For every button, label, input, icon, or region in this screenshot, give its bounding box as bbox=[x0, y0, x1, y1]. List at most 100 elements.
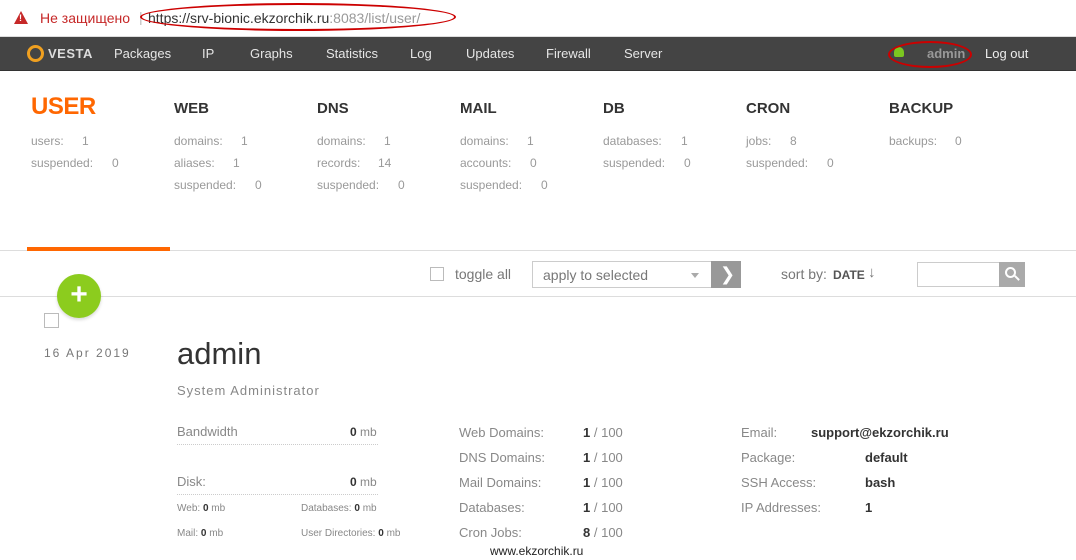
nav-graphs[interactable]: Graphs bbox=[250, 46, 293, 61]
web-domains-limit: / 100 bbox=[593, 425, 623, 440]
web-domains-label: Web Domains: bbox=[459, 425, 545, 440]
disk-bar bbox=[177, 494, 378, 495]
dns-domains-used: 1 bbox=[583, 450, 591, 465]
stat-label: databases: bbox=[603, 134, 662, 148]
bandwidth-value: 0 mb bbox=[350, 425, 377, 439]
stat-dns-title[interactable]: DNS bbox=[317, 100, 349, 117]
nav-server[interactable]: Server bbox=[624, 46, 662, 61]
apply-go-button[interactable]: ❯ bbox=[711, 261, 741, 288]
disk-web-label: Web: bbox=[177, 503, 201, 514]
sort-value[interactable]: DATE bbox=[833, 268, 865, 282]
mail-domains-value: 1 / 100 bbox=[583, 475, 623, 490]
stat-user-users: users: 1 bbox=[31, 134, 89, 148]
stat-cron-suspended: suspended: 0 bbox=[746, 156, 834, 170]
stat-web-suspended: suspended: 0 bbox=[174, 178, 262, 192]
disk-databases-value: 0 bbox=[354, 503, 360, 514]
disk-mail-label: Mail: bbox=[177, 528, 199, 539]
logo-ring-icon bbox=[27, 45, 44, 62]
bandwidth-number: 0 bbox=[350, 425, 357, 439]
plus-icon: + bbox=[70, 278, 88, 311]
toggle-all-checkbox[interactable] bbox=[430, 267, 444, 281]
email-value: support@ekzorchik.ru bbox=[811, 425, 949, 440]
stat-web-domains: domains: 1 bbox=[174, 134, 248, 148]
url-annotation-oval bbox=[140, 3, 456, 31]
toolbar-divider bbox=[0, 296, 1076, 297]
add-user-button[interactable]: + bbox=[57, 274, 101, 318]
nav-ip[interactable]: IP bbox=[202, 46, 214, 61]
stat-dns-suspended: suspended: 0 bbox=[317, 178, 405, 192]
disk-mail-value: 0 bbox=[200, 528, 207, 539]
stat-db-databases: databases: 1 bbox=[603, 134, 688, 148]
stat-mail-title[interactable]: MAIL bbox=[460, 100, 497, 117]
row-date: 16 Apr 2019 bbox=[44, 346, 131, 360]
stat-value: 0 bbox=[530, 156, 537, 170]
sort-arrow-icon[interactable]: ↓ bbox=[868, 264, 876, 281]
stat-value: 0 bbox=[541, 178, 548, 192]
disk-mail: Mail: 0 mb bbox=[177, 528, 223, 539]
stat-cron-title[interactable]: CRON bbox=[746, 100, 790, 117]
stat-web-title[interactable]: WEB bbox=[174, 100, 209, 117]
email-label: Email: bbox=[741, 425, 778, 440]
search-input[interactable] bbox=[917, 262, 1000, 287]
search-button[interactable] bbox=[999, 262, 1025, 287]
stat-label: backups: bbox=[889, 134, 938, 148]
databases-limit: / 100 bbox=[593, 500, 623, 515]
search-icon-handle bbox=[1014, 275, 1020, 281]
web-domains-used: 1 bbox=[583, 425, 591, 440]
stat-label: suspended: bbox=[460, 178, 523, 192]
stat-mail-domains: domains: 1 bbox=[460, 134, 534, 148]
bandwidth-bar bbox=[177, 444, 378, 445]
dns-domains-value: 1 / 100 bbox=[583, 450, 623, 465]
disk-databases: Databases: 0 mb bbox=[301, 503, 377, 514]
nav-statistics[interactable]: Statistics bbox=[326, 46, 378, 61]
stat-db-title[interactable]: DB bbox=[603, 100, 625, 117]
stat-value: 0 bbox=[398, 178, 405, 192]
stat-value: 1 bbox=[241, 134, 248, 148]
cron-jobs-value: 8 / 100 bbox=[583, 525, 623, 540]
stat-backup-title[interactable]: BACKUP bbox=[889, 100, 953, 117]
databases-label: Databases: bbox=[459, 500, 525, 515]
row-checkbox[interactable] bbox=[44, 313, 59, 328]
stat-db-suspended: suspended: 0 bbox=[603, 156, 691, 170]
nav-packages[interactable]: Packages bbox=[114, 46, 171, 61]
apply-to-selected-select[interactable]: apply to selected bbox=[532, 261, 712, 288]
user-name[interactable]: admin bbox=[177, 336, 261, 372]
stat-label: accounts: bbox=[460, 156, 512, 170]
disk-number: 0 bbox=[350, 475, 357, 489]
disk-user-dirs-unit: mb bbox=[386, 528, 401, 539]
bandwidth-unit: mb bbox=[360, 425, 377, 439]
stat-user-title[interactable]: USER bbox=[31, 93, 96, 121]
warning-icon: ! bbox=[14, 11, 28, 24]
disk-web-value: 0 bbox=[202, 503, 209, 514]
stat-cron-jobs: jobs: 8 bbox=[746, 134, 797, 148]
username-annotation-oval bbox=[888, 41, 972, 68]
web-domains-value: 1 / 100 bbox=[583, 425, 623, 440]
disk-user-dirs: User Directories: 0 mb bbox=[301, 528, 401, 539]
stat-label: users: bbox=[31, 134, 64, 148]
package-label: Package: bbox=[741, 450, 796, 465]
disk-value: 0 mb bbox=[350, 475, 377, 489]
apply-select-value: apply to selected bbox=[543, 267, 649, 283]
disk-label: Disk: bbox=[177, 474, 206, 489]
stat-value: 1 bbox=[681, 134, 688, 148]
nav-updates[interactable]: Updates bbox=[466, 46, 514, 61]
stat-mail-suspended: suspended: 0 bbox=[460, 178, 548, 192]
stat-value: 1 bbox=[233, 156, 240, 170]
stat-mail-accounts: accounts: 0 bbox=[460, 156, 537, 170]
mail-domains-used: 1 bbox=[583, 475, 591, 490]
chevron-down-icon bbox=[691, 273, 699, 278]
watermark-text: www.ekzorchik.ru bbox=[490, 544, 584, 558]
nav-firewall[interactable]: Firewall bbox=[546, 46, 591, 61]
disk-databases-unit: mb bbox=[362, 503, 377, 514]
stat-label: domains: bbox=[460, 134, 509, 148]
nav-log[interactable]: Log bbox=[410, 46, 432, 61]
ssh-access-value: bash bbox=[865, 475, 896, 490]
logout-link[interactable]: Log out bbox=[985, 46, 1028, 61]
stat-user-suspended: suspended: 0 bbox=[31, 156, 119, 170]
toggle-all-label[interactable]: toggle all bbox=[455, 266, 511, 282]
disk-databases-label: Databases: bbox=[301, 503, 352, 514]
cron-jobs-label: Cron Jobs: bbox=[459, 525, 522, 540]
stat-label: records: bbox=[317, 156, 361, 170]
cron-jobs-limit: / 100 bbox=[593, 525, 623, 540]
insecure-label[interactable]: Не защищено bbox=[40, 10, 130, 26]
